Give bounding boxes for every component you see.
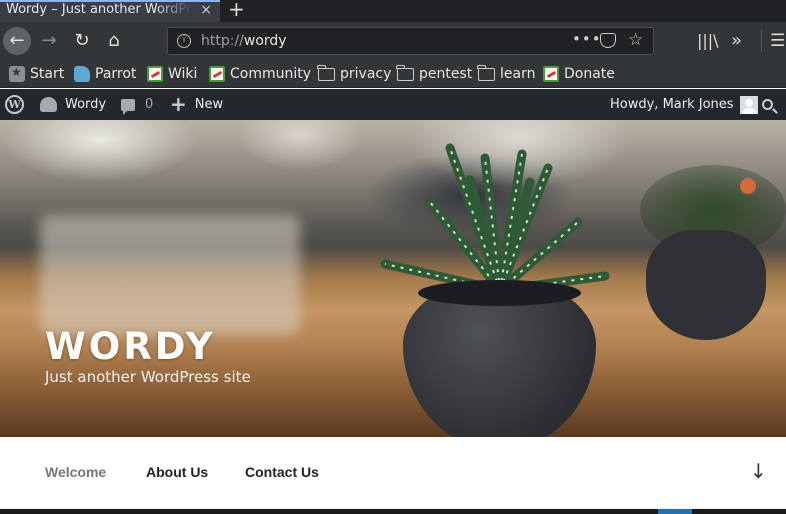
site-name-link[interactable]: Wordy	[40, 89, 106, 120]
bookmark-label: Parrot	[95, 66, 137, 82]
scrollbar-thumb[interactable]	[658, 509, 692, 514]
wordpress-logo-icon: W	[5, 95, 24, 114]
account-menu[interactable]: Howdy, Mark Jones	[610, 89, 758, 120]
tab-title: Wordy – Just another WordPress site	[6, 2, 192, 17]
wp-admin-bar: W Wordy 0 + New Howdy, Mark Jones	[0, 89, 786, 120]
reload-button[interactable]: ↻	[68, 27, 96, 55]
reload-icon: ↻	[74, 30, 90, 51]
bookmark-parrot[interactable]: Parrot	[74, 64, 136, 84]
overflow-button[interactable]: »	[731, 27, 742, 55]
close-tab-icon[interactable]: ×	[200, 2, 212, 18]
chevron-double-right-icon: »	[731, 30, 743, 51]
browser-tab[interactable]: Wordy – Just another WordPress site ×	[0, 0, 220, 22]
bookmark-label: Start	[30, 66, 65, 82]
avatar	[739, 95, 758, 114]
bookmark-start[interactable]: Start	[9, 64, 64, 84]
bookmark-folder-pentest[interactable]: pentest	[396, 64, 473, 84]
home-button[interactable]: ⌂	[100, 27, 128, 55]
hamburger-menu-icon: ☰	[770, 31, 786, 51]
bookmark-label: privacy	[340, 66, 392, 82]
site-name: Wordy	[65, 97, 107, 112]
site-tagline: Just another WordPress site	[45, 368, 251, 386]
parrot-icon	[74, 66, 90, 82]
succulent-plant	[380, 143, 610, 295]
folder-icon	[477, 65, 495, 81]
menu-button[interactable]: ☰	[770, 27, 785, 55]
comments-link[interactable]: 0	[121, 89, 153, 120]
new-tab-button[interactable]: +	[228, 0, 245, 21]
kali-icon	[147, 66, 163, 82]
folder-icon	[396, 65, 414, 81]
comment-bubble-icon	[121, 98, 135, 115]
url-text[interactable]: http://wordy	[201, 33, 287, 49]
new-label: New	[194, 97, 224, 112]
header-hero-image: WORDY Just another WordPress site	[0, 120, 786, 437]
new-content-link[interactable]: + New	[170, 89, 223, 120]
scroll-down-arrow-icon[interactable]: ↓	[750, 459, 767, 483]
url-host: wordy	[243, 33, 287, 49]
bookmark-star-icon[interactable]: ☆	[628, 30, 643, 50]
address-bar[interactable]: i http://wordy ••• ☆	[167, 27, 654, 55]
site-info-icon[interactable]: i	[177, 34, 191, 48]
wp-menu-button[interactable]: W	[5, 89, 24, 120]
nav-item-welcome[interactable]: Welcome	[45, 464, 106, 480]
greeting: Howdy, Mark Jones	[610, 97, 734, 112]
kali-icon	[543, 66, 559, 82]
forward-button[interactable]: →	[35, 27, 63, 55]
page-actions-icon[interactable]: •••	[572, 30, 602, 48]
url-protocol: http://	[201, 33, 244, 49]
content-edge	[0, 509, 786, 514]
library-button[interactable]: |||\	[697, 27, 719, 55]
site-title[interactable]: WORDY	[45, 325, 216, 368]
plus-icon: +	[170, 92, 187, 116]
bookmark-label: Wiki	[168, 66, 198, 82]
folder-icon	[317, 65, 335, 81]
pot-rim	[418, 280, 581, 306]
navigation-toolbar: ← → ↻ ⌂ i http://wordy ••• ☆ |||\ » ☰	[0, 22, 786, 60]
nav-item-about-us[interactable]: About Us	[146, 464, 208, 480]
pocket-icon[interactable]	[600, 33, 616, 48]
tab-strip: Wordy – Just another WordPress site × +	[0, 0, 786, 22]
bookmark-folder-learn[interactable]: learn	[477, 64, 536, 84]
bookmarks-toolbar: Start Parrot Wiki Community privacy pent…	[0, 60, 786, 88]
bookmark-donate[interactable]: Donate	[543, 64, 615, 84]
home-icon: ⌂	[108, 30, 120, 51]
toolbar-divider	[761, 30, 762, 52]
bookmark-label: learn	[500, 66, 536, 82]
bookmark-label: Donate	[564, 66, 615, 82]
site-navigation: Welcome About Us Contact Us ↓	[0, 437, 786, 509]
bookmark-wiki[interactable]: Wiki	[147, 64, 197, 84]
start-icon	[9, 65, 25, 82]
back-button[interactable]: ←	[3, 27, 31, 55]
arrow-left-icon: ←	[9, 30, 25, 51]
bookmark-community[interactable]: Community	[209, 64, 311, 84]
admin-search-button[interactable]	[762, 89, 773, 120]
bookmark-label: Community	[230, 66, 312, 82]
comments-count: 0	[145, 97, 154, 112]
dashboard-icon	[40, 97, 57, 112]
library-icon: |||\	[697, 31, 719, 50]
search-icon	[762, 99, 773, 110]
bookmark-folder-privacy[interactable]: privacy	[317, 64, 392, 84]
nav-item-contact-us[interactable]: Contact Us	[245, 464, 319, 480]
bookmark-label: pentest	[419, 66, 473, 82]
arrow-right-icon: →	[41, 30, 57, 51]
kali-icon	[209, 66, 225, 82]
